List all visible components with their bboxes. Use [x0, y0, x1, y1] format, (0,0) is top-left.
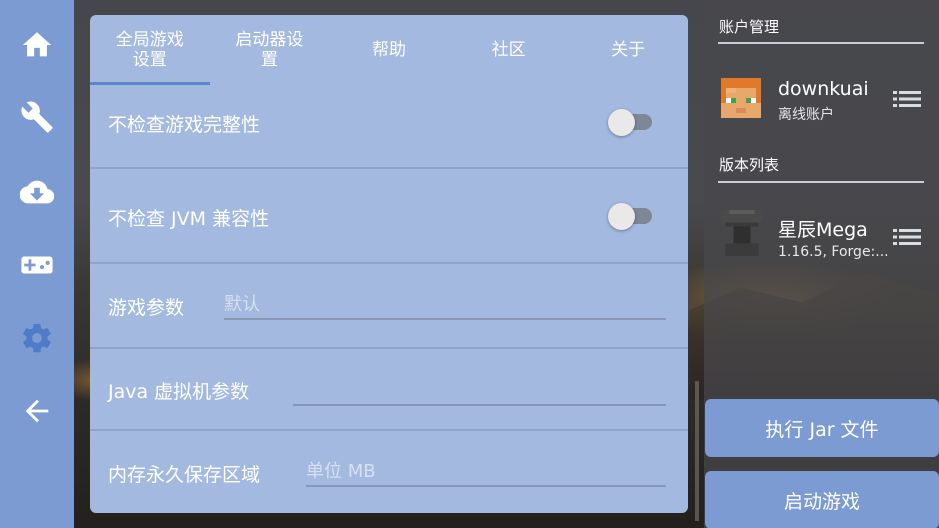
- jvm-args-input[interactable]: [293, 376, 666, 404]
- account-section-title: 账户管理: [719, 18, 780, 36]
- cloud-download-icon: [20, 180, 54, 203]
- tab-label: 帮助: [371, 40, 406, 60]
- nav-games[interactable]: [0, 228, 74, 301]
- game-args-input[interactable]: [224, 290, 666, 318]
- toggle-thumb: [608, 109, 635, 136]
- account-entry[interactable]: downkuai 离线账户: [704, 66, 939, 132]
- tab-label: 社区: [491, 40, 526, 60]
- nav-rail: [0, 0, 74, 528]
- nav-download[interactable]: [0, 155, 74, 228]
- gamepad-icon: [21, 256, 53, 273]
- permgen-input[interactable]: [306, 457, 666, 485]
- version-detail: 1.16.5, Forge:...: [778, 244, 889, 260]
- tab-bar: 全局游戏设置 启动器设置 帮助 社区 关于: [90, 15, 688, 85]
- version-entry[interactable]: 星辰Mega 1.16.5, Forge:...: [704, 205, 939, 271]
- account-type: 离线账户: [778, 107, 834, 123]
- back-arrow-icon: [25, 399, 49, 422]
- setting-row-permgen: 内存永久保存区域: [90, 431, 688, 513]
- tab-global-game-settings[interactable]: 全局游戏设置: [90, 15, 210, 85]
- tab-help[interactable]: 帮助: [329, 15, 449, 85]
- setting-label: Java 虚拟机参数: [108, 381, 250, 403]
- skip-game-integrity-toggle[interactable]: [608, 109, 654, 136]
- run-jar-button[interactable]: 执行 Jar 文件: [705, 399, 939, 457]
- setting-label: 游戏参数: [108, 297, 185, 319]
- tab-about[interactable]: 关于: [568, 15, 688, 85]
- permgen-field: [306, 457, 666, 487]
- list-icon: [893, 91, 921, 107]
- divider: [718, 181, 924, 183]
- nav-settings[interactable]: [0, 301, 74, 374]
- toggle-thumb: [608, 203, 635, 230]
- gear-icon: [23, 323, 51, 352]
- game-args-field: [224, 290, 666, 320]
- version-section-title: 版本列表: [719, 156, 780, 174]
- scrollbar[interactable]: [695, 381, 699, 521]
- setting-label: 不检查游戏完整性: [108, 114, 261, 136]
- divider: [718, 42, 924, 44]
- account-name: downkuai: [778, 78, 869, 100]
- tab-label: 启动器设置: [235, 30, 304, 70]
- wrench-icon: [21, 101, 53, 133]
- tab-launcher-settings[interactable]: 启动器设置: [210, 15, 330, 85]
- launch-game-button[interactable]: 启动游戏: [705, 471, 939, 528]
- nav-tools[interactable]: [0, 80, 74, 153]
- setting-row-jvm-compat: 不检查 JVM 兼容性: [90, 169, 688, 264]
- nav-back[interactable]: [0, 374, 74, 447]
- home-icon: [22, 31, 52, 56]
- list-icon: [893, 229, 921, 245]
- skip-jvm-compat-toggle[interactable]: [608, 203, 654, 230]
- jvm-args-field: [293, 376, 666, 406]
- account-avatar: [721, 78, 761, 118]
- tab-community[interactable]: 社区: [449, 15, 569, 85]
- version-name: 星辰Mega: [778, 219, 868, 241]
- setting-row-game-args: 游戏参数: [90, 264, 688, 349]
- tab-label: 关于: [611, 40, 646, 60]
- tab-label: 全局游戏设置: [115, 30, 184, 70]
- version-menu-button[interactable]: [893, 227, 921, 247]
- anvil-icon: [721, 210, 763, 256]
- setting-row-jvm-args: Java 虚拟机参数: [90, 349, 688, 431]
- setting-label: 不检查 JVM 兼容性: [108, 208, 270, 230]
- nav-home[interactable]: [0, 8, 74, 81]
- settings-panel: 全局游戏设置 启动器设置 帮助 社区 关于 不检查游戏完整性 不检查 JVM 兼…: [90, 15, 688, 513]
- account-menu-button[interactable]: [893, 89, 921, 109]
- setting-row-game-integrity: 不检查游戏完整性: [90, 85, 688, 169]
- setting-label: 内存永久保存区域: [108, 464, 261, 486]
